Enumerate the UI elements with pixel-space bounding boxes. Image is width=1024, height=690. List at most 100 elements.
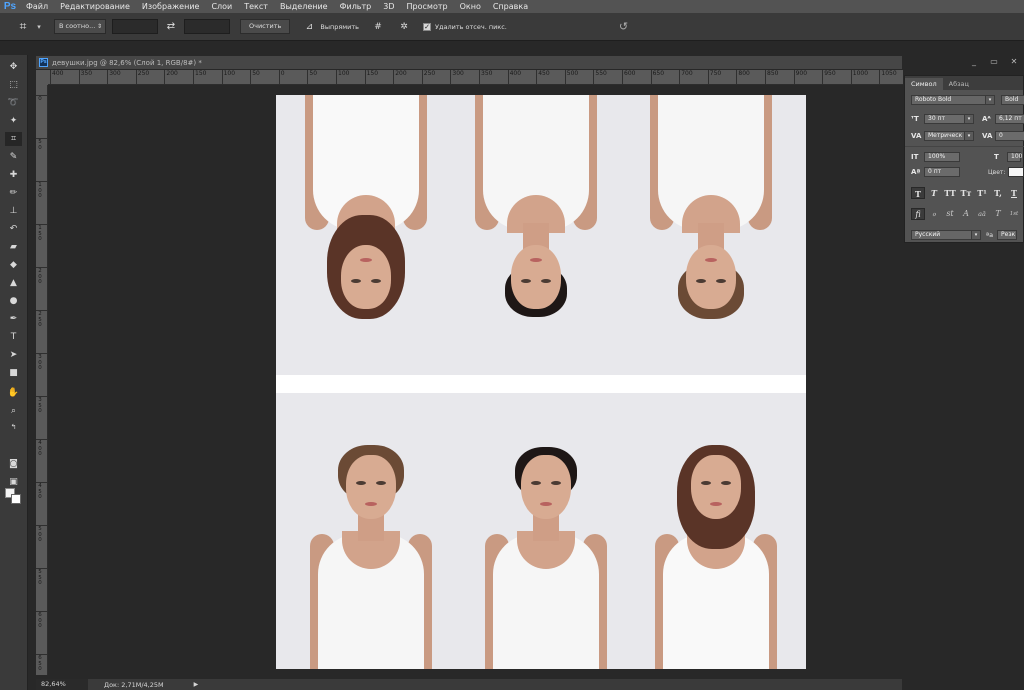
delete-cropped-checkbox[interactable]: ✓ bbox=[423, 22, 432, 31]
baseline-shift-input[interactable]: 0 пт bbox=[924, 167, 960, 177]
contextual-alternates-button[interactable]: ℴ bbox=[927, 208, 941, 220]
pen-tool-icon[interactable]: ✒ bbox=[5, 312, 22, 326]
status-menu-arrow-icon[interactable]: ▶ bbox=[194, 681, 199, 688]
horizontal-scale-input[interactable]: 100 bbox=[1007, 152, 1022, 162]
underline-button[interactable]: T bbox=[1007, 187, 1021, 199]
menu-image[interactable]: Изображение bbox=[136, 2, 206, 11]
healing-brush-tool-icon[interactable]: ✚ bbox=[5, 168, 22, 182]
horizontal-scale-icon: T bbox=[994, 153, 999, 161]
crop-icon[interactable]: ⌗ bbox=[12, 17, 34, 37]
straighten-button[interactable]: Выпрямить bbox=[320, 23, 359, 31]
faux-italic-button[interactable]: T bbox=[927, 187, 941, 199]
straighten-icon[interactable]: ⊿ bbox=[302, 20, 316, 34]
marquee-tool-icon[interactable]: ⬚ bbox=[5, 78, 22, 92]
document-image[interactable] bbox=[276, 95, 806, 669]
font-style-select[interactable]: Bold bbox=[1001, 95, 1024, 105]
menu-select[interactable]: Выделение bbox=[274, 2, 334, 11]
clone-stamp-tool-icon[interactable]: ⊥ bbox=[5, 204, 22, 218]
blur-tool-icon[interactable]: ▲ bbox=[5, 276, 22, 290]
paint-bucket-tool-icon[interactable]: ◆ bbox=[5, 258, 22, 272]
faux-bold-button[interactable]: T bbox=[911, 187, 925, 199]
menu-help[interactable]: Справка bbox=[487, 2, 534, 11]
antialias-select[interactable]: Резк bbox=[997, 230, 1018, 240]
menu-file[interactable]: Файл bbox=[20, 2, 54, 11]
height-input[interactable] bbox=[184, 19, 230, 34]
eyedropper-tool-icon[interactable]: ✎ bbox=[5, 150, 22, 164]
superscript-button[interactable]: T¹ bbox=[975, 187, 989, 199]
minimize-icon[interactable]: _ bbox=[966, 57, 982, 68]
tracking-input[interactable]: 0 bbox=[995, 131, 1024, 141]
small-caps-button[interactable]: Tт bbox=[959, 187, 973, 199]
menu-filter[interactable]: Фильтр bbox=[334, 2, 378, 11]
vertical-scale-input[interactable]: 100% bbox=[924, 152, 960, 162]
dodge-tool-icon[interactable]: ● bbox=[5, 294, 22, 308]
horizontal-ruler[interactable]: 400 350 300 250 200 150 100 50 0 50 100 150 200 250 30… bbox=[48, 70, 903, 85]
font-family-select[interactable]: Roboto Bold ▾ bbox=[911, 95, 995, 105]
width-input[interactable] bbox=[112, 19, 158, 34]
menu-3d[interactable]: 3D bbox=[377, 2, 400, 11]
menu-edit[interactable]: Редактирование bbox=[54, 2, 136, 11]
overlay-grid-icon[interactable]: # bbox=[371, 20, 385, 34]
background-color-swatch[interactable] bbox=[11, 494, 21, 504]
opentype-buttons: fi ℴ st A aā T 1st bbox=[911, 208, 1023, 220]
ruler-tick bbox=[221, 70, 223, 84]
hand-tool-icon[interactable]: ✋ bbox=[5, 386, 22, 400]
document-tab[interactable]: Ps девушки.jpg @ 82,6% (Слой 1, RGB/8#) … bbox=[36, 56, 902, 69]
all-caps-button[interactable]: TT bbox=[943, 187, 957, 199]
reset-icon[interactable]: ↺ bbox=[619, 20, 628, 33]
lasso-tool-icon[interactable]: ➰ bbox=[5, 96, 22, 110]
swap-colors-icon[interactable]: ↰ bbox=[5, 420, 22, 434]
ordinals-button[interactable]: 1st bbox=[1007, 208, 1021, 220]
kerning-select[interactable]: Метрическ ▾ bbox=[924, 131, 974, 141]
chevron-down-icon[interactable]: ▾ bbox=[34, 23, 44, 31]
text-color-swatch[interactable] bbox=[1008, 167, 1024, 177]
ruler-label: 400 bbox=[38, 440, 42, 457]
menu-type[interactable]: Текст bbox=[238, 2, 274, 11]
swash-button[interactable]: A bbox=[959, 208, 973, 220]
woman-1-figure bbox=[636, 95, 786, 345]
quick-mask-icon[interactable]: ◙ bbox=[5, 457, 22, 471]
tab-paragraph[interactable]: Абзац bbox=[943, 78, 975, 90]
history-brush-tool-icon[interactable]: ↶ bbox=[5, 222, 22, 236]
close-icon[interactable]: ✕ bbox=[1006, 57, 1022, 68]
brush-tool-icon[interactable]: ✏ bbox=[5, 186, 22, 200]
move-tool-icon[interactable]: ✥ bbox=[5, 60, 22, 74]
stylistic-alternates-button[interactable]: aā bbox=[975, 208, 989, 220]
ruler-tick bbox=[107, 70, 109, 84]
ruler-label: 300 bbox=[109, 70, 121, 77]
eraser-tool-icon[interactable]: ▰ bbox=[5, 240, 22, 254]
vertical-ruler[interactable]: 0 50 100 150 200 250 300 350 400 450 500 550 600 650 bbox=[36, 85, 48, 675]
menu-layers[interactable]: Слои bbox=[205, 2, 238, 11]
magic-wand-tool-icon[interactable]: ✦ bbox=[5, 114, 22, 128]
language-select[interactable]: Русский ▾ bbox=[911, 230, 981, 240]
crop-tool-icon[interactable]: ⌗ bbox=[5, 132, 22, 146]
discretionary-ligatures-button[interactable]: st bbox=[943, 208, 957, 220]
titling-alternates-button[interactable]: T bbox=[991, 208, 1005, 220]
font-size-input[interactable]: 30 пт ▾ bbox=[924, 114, 974, 124]
ruler-label: 150 bbox=[38, 225, 42, 242]
subscript-button[interactable]: T, bbox=[991, 187, 1005, 199]
tab-character[interactable]: Символ bbox=[905, 78, 943, 90]
menu-window[interactable]: Окно bbox=[454, 2, 487, 11]
zoom-level[interactable]: 82,64% bbox=[36, 679, 88, 690]
swap-icon[interactable]: ⇄ bbox=[164, 21, 178, 32]
ruler-label: 1050 bbox=[881, 70, 897, 77]
type-tool-icon[interactable]: T bbox=[5, 330, 22, 344]
ruler-tick bbox=[822, 70, 824, 84]
clear-button[interactable]: Очистить bbox=[240, 19, 291, 34]
canvas-area[interactable] bbox=[48, 85, 903, 675]
gear-icon[interactable]: ✲ bbox=[397, 20, 411, 34]
path-selection-tool-icon[interactable]: ➤ bbox=[5, 348, 22, 362]
menu-view[interactable]: Просмотр bbox=[401, 2, 454, 11]
zoom-tool-icon[interactable]: ⌕ bbox=[5, 404, 22, 418]
rectangle-tool-icon[interactable]: ■ bbox=[5, 366, 22, 380]
leading-input[interactable]: 6,12 пт bbox=[995, 114, 1024, 124]
ratio-select[interactable]: В соотно... bbox=[54, 19, 106, 34]
maximize-icon[interactable]: ▭ bbox=[986, 57, 1002, 68]
ruler-label: 500 bbox=[38, 526, 42, 543]
screen-mode-icon[interactable]: ▣ bbox=[5, 475, 22, 489]
ligatures-button[interactable]: fi bbox=[911, 208, 925, 220]
kerning-icon: VA bbox=[911, 132, 922, 140]
font-size-icon: ᵀT bbox=[911, 115, 919, 123]
ruler-corner[interactable] bbox=[36, 70, 48, 85]
